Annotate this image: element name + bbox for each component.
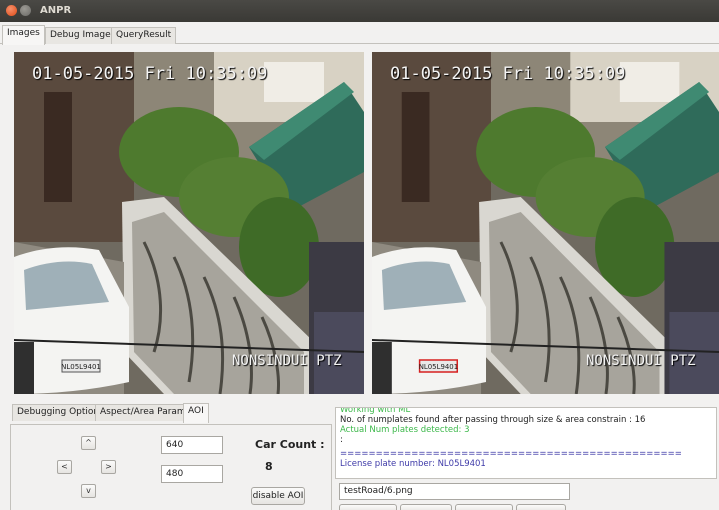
car-count-label: Car Count : [255,438,325,451]
disable-aoi-button[interactable]: disable AOI [251,487,305,505]
car-count-value: 8 [265,460,273,473]
close-window-icon[interactable] [6,5,17,16]
processed-image-view: NL05L9401 01-05-2015 Fri 10:35:09 NONSIN… [372,52,719,394]
tab-debug-images[interactable]: Debug Images [45,27,121,44]
bottom-button-1[interactable] [339,504,397,510]
log-line: License plate number: NL05L9401 [340,459,486,469]
move-up-button[interactable]: ^ [81,436,96,450]
processed-camera-name-overlay: NONSINDUI PTZ [586,353,696,369]
tab-aspect-area-params[interactable]: Aspect/Area Params [95,404,196,421]
title-bar: ANPR [0,0,719,22]
aoi-width-field[interactable]: 640 [161,436,223,454]
tab-aoi[interactable]: AOI [183,403,209,423]
window-title: ANPR [40,5,72,16]
log-line: ========================================… [340,449,682,459]
move-down-button[interactable]: v [81,484,96,498]
image-path-input[interactable]: testRoad/6.png [339,483,570,500]
processed-street-scene-image: NL05L9401 [372,52,719,394]
aoi-height-field[interactable]: 480 [161,465,223,483]
move-left-button[interactable]: < [57,460,72,474]
main-tab-bar: Images Debug Images QueryResult [0,24,719,45]
log-output: Working with ML No. of numplates found a… [335,407,717,479]
bottom-button-2[interactable] [400,504,452,510]
camera-name-overlay: NONSINDUI PTZ [232,353,342,369]
log-line: : [340,435,343,445]
options-panel: Debugging Options Aspect/Area Params AOI… [10,403,332,510]
processed-timestamp-overlay: 01-05-2015 Fri 10:35:09 [390,64,626,84]
bottom-button-4[interactable] [516,504,566,510]
tab-query-result[interactable]: QueryResult [111,27,177,44]
minimize-window-icon[interactable] [20,5,31,16]
move-right-button[interactable]: > [101,460,116,474]
aoi-tab-content: ^ < > v 640 480 Car Count : 8 disable AO… [10,424,332,510]
street-scene-image: NL05L9401 [14,52,364,394]
log-line: No. of numplates found after passing thr… [340,415,646,425]
original-image-view: NL05L9401 01-05-2015 Fri 10:35:09 NONSIN… [14,52,364,394]
bottom-button-3[interactable] [455,504,513,510]
detected-plate-text: NL05L9401 [419,363,458,371]
log-line: Actual Num plates detected: 3 [340,425,470,435]
log-line: Working with ML [340,407,411,415]
timestamp-overlay: 01-05-2015 Fri 10:35:09 [32,64,268,84]
license-plate-text: NL05L9401 [61,363,101,371]
tab-images[interactable]: Images [2,25,45,45]
